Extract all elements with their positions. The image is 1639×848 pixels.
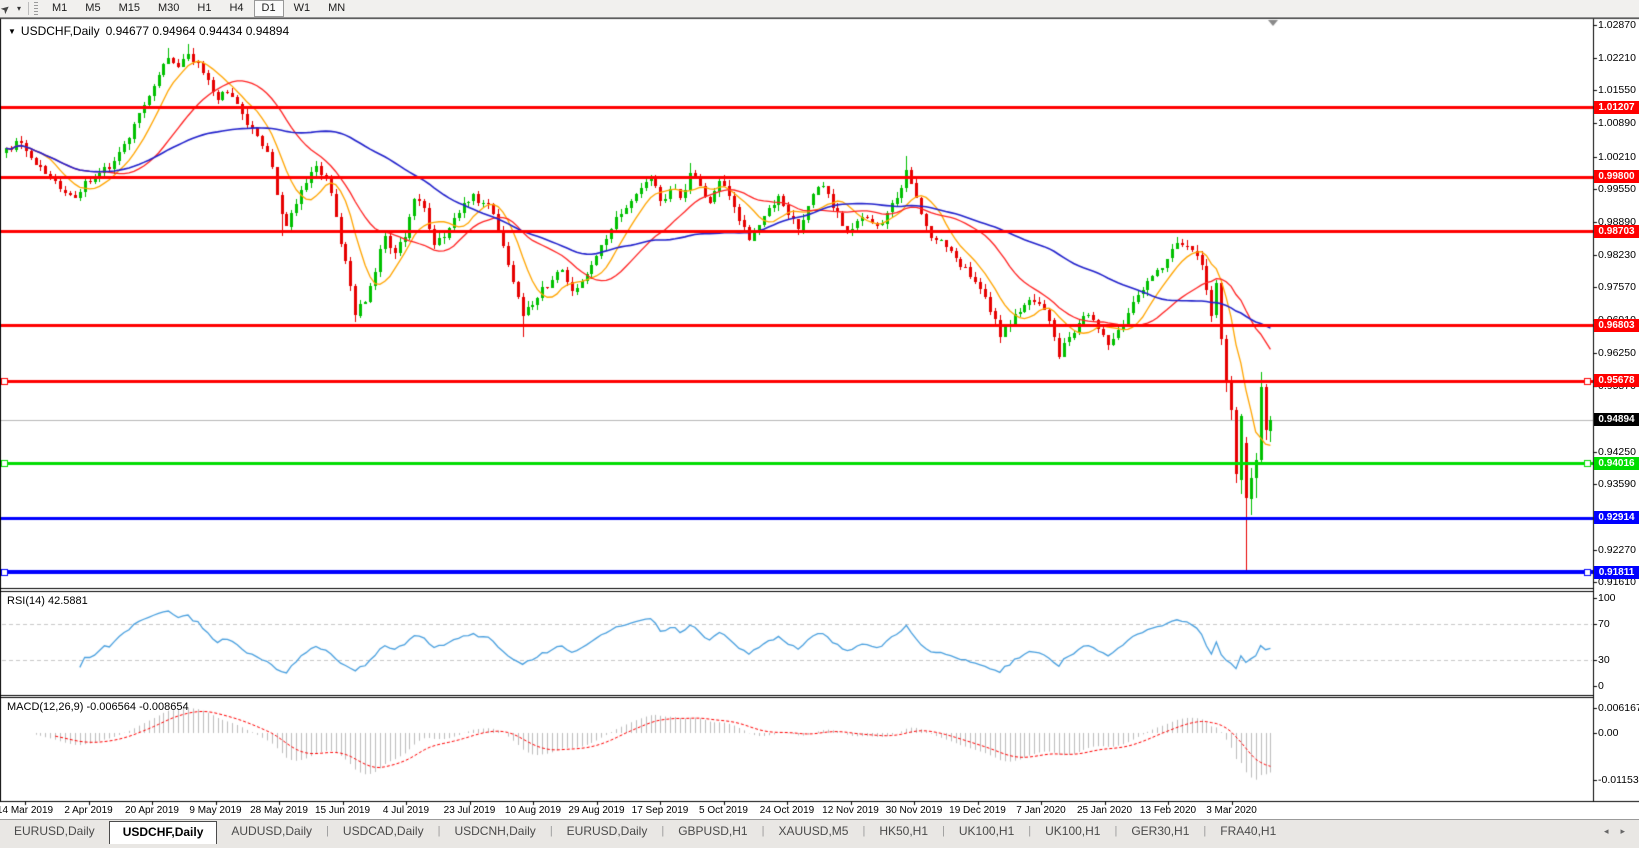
macd-axis-label: 0.00 [1598, 727, 1639, 739]
chart-tab-bar: EURUSD,DailyUSDCHF,DailyAUDUSD,Daily|USD… [0, 819, 1639, 848]
chart-tab-hk50-h1[interactable]: HK50,H1 [865, 820, 942, 842]
date-axis-label: 9 May 2019 [189, 805, 241, 816]
rsi-indicator-label: RSI(14) 42.5881 [7, 595, 88, 607]
price-axis-label: 0.96250 [1598, 347, 1639, 359]
price-axis-label: 0.92270 [1598, 544, 1639, 556]
price-axis-label: 1.02870 [1598, 19, 1639, 31]
chart-tab-xauusd-m5[interactable]: XAUUSD,M5 [764, 820, 862, 842]
date-axis-label: 4 Jul 2019 [383, 805, 429, 816]
price-badge-0.92914[interactable]: 0.92914 [1594, 511, 1639, 524]
chart-tab-uk100-h1[interactable]: UK100,H1 [1031, 820, 1114, 842]
date-axis-label: 28 May 2019 [250, 805, 308, 816]
price-badge-0.94016[interactable]: 0.94016 [1594, 457, 1639, 470]
price-chart-canvas[interactable] [0, 0, 1639, 847]
date-axis-label: 23 Jul 2019 [444, 805, 496, 816]
timeframe-button-mn[interactable]: MN [320, 0, 353, 17]
chart-tab-audusd-daily[interactable]: AUDUSD,Daily [217, 820, 326, 842]
timeframe-button-m15[interactable]: M15 [111, 0, 148, 17]
macd-axis-label: -0.011531 [1598, 774, 1639, 786]
price-axis-label: 1.02210 [1598, 52, 1639, 64]
ohlc-values: 0.94677 0.94964 0.94434 0.94894 [106, 24, 290, 38]
chart-tab-uk100-h1[interactable]: UK100,H1 [945, 820, 1028, 842]
rsi-axis-label: 70 [1598, 618, 1639, 630]
date-axis-label: 20 Apr 2019 [125, 805, 179, 816]
timeframe-button-w1[interactable]: W1 [286, 0, 319, 17]
timeframe-button-m30[interactable]: M30 [150, 0, 187, 17]
trading-terminal-window: ➤ ▾ M1M5M15M30H1H4D1W1MN ▼ USDCHF,Daily 0.… [0, 0, 1639, 847]
chart-tab-eurusd-daily[interactable]: EURUSD,Daily [553, 820, 662, 842]
date-axis-label: 15 Jun 2019 [315, 805, 370, 816]
date-axis-label: 3 Mar 2020 [1206, 805, 1257, 816]
price-badge-0.91811[interactable]: 0.91811 [1594, 566, 1639, 579]
chart-tab-usdchf-daily[interactable]: USDCHF,Daily [109, 821, 218, 844]
macd-indicator-label: MACD(12,26,9) -0.006564 -0.008654 [7, 701, 189, 713]
date-axis-label: 24 Oct 2019 [760, 805, 814, 816]
timeframe-button-d1[interactable]: D1 [254, 0, 284, 17]
price-axis-label: 1.00210 [1598, 151, 1639, 163]
date-axis-label: 13 Feb 2020 [1140, 805, 1196, 816]
tab-scroll-left-icon[interactable]: ◂ [1604, 827, 1609, 848]
tab-scroll-controls: ◂ ▸ [1604, 820, 1639, 848]
date-axis-label: 7 Jan 2020 [1016, 805, 1066, 816]
chart-cursor-icon[interactable]: ➤ [0, 0, 18, 18]
date-axis-label: 29 Aug 2019 [568, 805, 624, 816]
price-axis-label: 1.01550 [1598, 84, 1639, 96]
symbol-collapse-icon[interactable]: ▼ [8, 27, 16, 36]
date-axis-label: 14 Mar 2019 [0, 805, 53, 816]
date-axis-label: 17 Sep 2019 [632, 805, 689, 816]
symbol-label: USDCHF,Daily [21, 24, 100, 38]
macd-axis-label: 0.006167 [1598, 702, 1639, 714]
timeframe-button-m5[interactable]: M5 [77, 0, 108, 17]
toolbar-separator [28, 2, 29, 15]
rsi-axis-label: 30 [1598, 654, 1639, 666]
date-axis-label: 2 Apr 2019 [64, 805, 112, 816]
chart-tab-ger30-h1[interactable]: GER30,H1 [1117, 820, 1203, 842]
chart-tab-gbpusd-h1[interactable]: GBPUSD,H1 [664, 820, 761, 842]
price-badge-0.96803[interactable]: 0.96803 [1594, 319, 1639, 332]
timeframes-toolbar: ➤ ▾ M1M5M15M30H1H4D1W1MN [0, 0, 1639, 17]
date-axis-label: 12 Nov 2019 [822, 805, 879, 816]
chart-title: ▼ USDCHF,Daily 0.94677 0.94964 0.94434 0.9… [8, 24, 289, 38]
price-badge-0.95678[interactable]: 0.95678 [1594, 374, 1639, 387]
date-axis-label: 30 Nov 2019 [886, 805, 943, 816]
price-badge-0.99800[interactable]: 0.99800 [1594, 170, 1639, 183]
timeframe-buttons: M1M5M15M30H1H4D1W1MN [43, 0, 354, 17]
date-axis-label: 25 Jan 2020 [1077, 805, 1132, 816]
timeframe-button-h1[interactable]: H1 [189, 0, 219, 17]
rsi-axis-label: 100 [1598, 592, 1639, 604]
date-axis-label: 10 Aug 2019 [505, 805, 561, 816]
price-badge-0.98703[interactable]: 0.98703 [1594, 225, 1639, 238]
current-price-badge: 0.94894 [1594, 413, 1639, 426]
chart-tab-fra40-h1[interactable]: FRA40,H1 [1206, 820, 1290, 842]
date-axis-label: 19 Dec 2019 [949, 805, 1006, 816]
price-axis-label: 0.99550 [1598, 183, 1639, 195]
timeframe-button-m1[interactable]: M1 [44, 0, 75, 17]
price-badge-1.01207[interactable]: 1.01207 [1594, 101, 1639, 114]
price-axis-label: 0.97570 [1598, 281, 1639, 293]
timeframe-button-h4[interactable]: H4 [221, 0, 251, 17]
price-axis-label: 0.98230 [1598, 249, 1639, 261]
toolbar-grip[interactable] [34, 2, 38, 15]
toolbar-dropdown-caret-icon[interactable]: ▾ [17, 1, 21, 16]
rsi-axis-label: 0 [1598, 680, 1639, 692]
chart-tab-eurusd-daily[interactable]: EURUSD,Daily [0, 820, 109, 842]
chart-tab-usdcnh-daily[interactable]: USDCNH,Daily [440, 820, 549, 842]
tab-scroll-right-icon[interactable]: ▸ [1620, 827, 1625, 848]
price-axis-label: 0.94250 [1598, 446, 1639, 458]
price-axis-label: 0.93590 [1598, 478, 1639, 490]
price-axis-label: 1.00890 [1598, 117, 1639, 129]
date-axis-label: 5 Oct 2019 [699, 805, 748, 816]
chart-tab-usdcad-daily[interactable]: USDCAD,Daily [329, 820, 438, 842]
